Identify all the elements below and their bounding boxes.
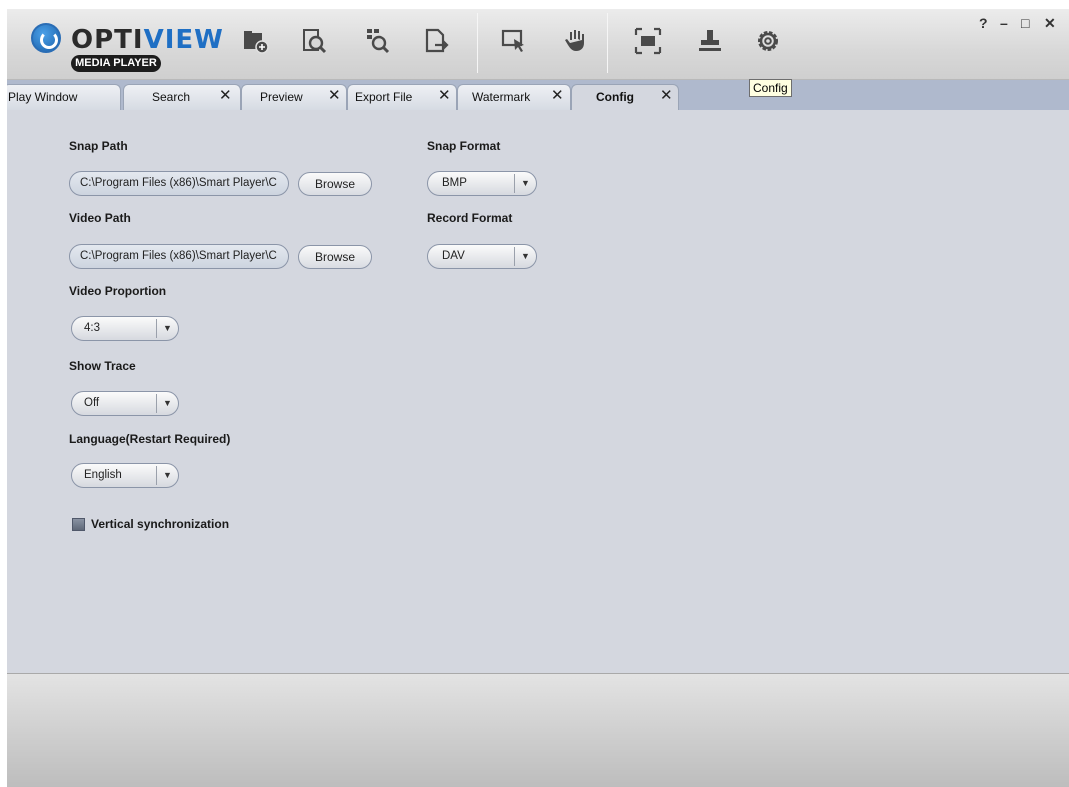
dropdown-divider (514, 247, 515, 266)
open-file-button[interactable] (239, 23, 273, 59)
close-icon[interactable]: ✕ (219, 84, 232, 108)
stamp-watermark-icon (699, 30, 721, 51)
toolbar: OPTIVIEW MEDIA PLAYER ? – □ ✕ (7, 9, 1069, 80)
tab-play-window[interactable]: Play Window (7, 84, 121, 110)
logo-title: OPTIVIEW (71, 25, 224, 55)
tab-watermark[interactable]: Watermark ✕ (457, 84, 571, 110)
toolbar-divider (607, 13, 608, 73)
record-format-label: Record Format (427, 211, 513, 225)
pan-button[interactable] (559, 23, 593, 59)
preview-search-icon (367, 29, 390, 54)
search-file-icon (303, 29, 327, 54)
video-browse-button[interactable]: Browse (298, 245, 372, 269)
chevron-down-icon: ▼ (163, 323, 172, 333)
config-tooltip: Config (749, 79, 792, 97)
logo-power-icon (31, 23, 61, 53)
chevron-down-icon: ▼ (521, 178, 530, 188)
watermark-button[interactable] (693, 23, 727, 59)
selected-value: Off (84, 397, 100, 409)
dropdown-divider (514, 174, 515, 193)
snap-format-select[interactable]: BMP ▼ (427, 171, 537, 196)
close-icon[interactable]: ✕ (438, 84, 451, 108)
config-button[interactable] (751, 23, 785, 59)
export-file-icon (425, 28, 449, 53)
tab-preview[interactable]: Preview ✕ (241, 84, 347, 110)
chevron-down-icon: ▼ (163, 398, 172, 408)
close-icon[interactable]: ✕ (551, 84, 564, 108)
video-path-label: Video Path (69, 211, 131, 225)
logo-subtitle: MEDIA PLAYER (71, 55, 161, 72)
language-select[interactable]: English ▼ (71, 463, 179, 488)
selected-value: 4:3 (84, 322, 100, 334)
select-cursor-icon (501, 29, 524, 52)
tab-export-file[interactable]: Export File ✕ (347, 84, 457, 110)
tab-label: Preview (260, 90, 303, 104)
chevron-down-icon: ▼ (163, 470, 172, 480)
gear-icon (758, 31, 778, 51)
language-label: Language(Restart Required) (69, 432, 231, 446)
app-window: OPTIVIEW MEDIA PLAYER ? – □ ✕ Config Pla… (7, 9, 1069, 787)
selected-value: English (84, 469, 122, 481)
tab-label: Play Window (8, 90, 78, 104)
show-trace-label: Show Trace (69, 359, 136, 373)
fullscreen-icon (634, 27, 662, 55)
dropdown-divider (156, 466, 157, 485)
tab-label: Export File (355, 90, 413, 104)
tab-search[interactable]: Search ✕ (123, 84, 241, 110)
show-trace-select[interactable]: Off ▼ (71, 391, 179, 416)
video-proportion-select[interactable]: 4:3 ▼ (71, 316, 179, 341)
selected-value: BMP (442, 177, 467, 189)
status-footer (7, 673, 1069, 787)
close-icon[interactable]: ✕ (660, 84, 673, 108)
close-window-button[interactable]: ✕ (1044, 15, 1056, 32)
snap-path-label: Snap Path (69, 139, 128, 153)
record-format-select[interactable]: DAV ▼ (427, 244, 537, 269)
dropdown-divider (156, 394, 157, 413)
export-file-button[interactable] (419, 23, 453, 59)
vsync-label: Vertical synchronization (91, 517, 230, 531)
snap-format-label: Snap Format (427, 139, 501, 153)
tab-strip: Play Window Search ✕ Preview ✕ Export Fi… (7, 80, 1069, 111)
selected-value: DAV (442, 250, 465, 262)
help-button[interactable]: ? (979, 15, 988, 31)
vsync-checkbox[interactable] (72, 518, 85, 531)
dropdown-divider (156, 319, 157, 338)
snap-path-field[interactable]: C:\Program Files (x86)\Smart Player\C (69, 171, 289, 196)
hand-pan-icon (565, 30, 584, 51)
select-button[interactable] (497, 23, 531, 59)
tab-label: Watermark (472, 90, 531, 104)
app-logo: OPTIVIEW MEDIA PLAYER (23, 15, 223, 73)
tab-label: Search (152, 90, 191, 104)
close-icon[interactable]: ✕ (328, 84, 341, 108)
minimize-button[interactable]: – (1000, 15, 1008, 31)
tab-config[interactable]: Config ✕ (571, 84, 679, 111)
search-button[interactable] (297, 23, 331, 59)
toolbar-divider (477, 13, 478, 73)
config-panel: Snap Path C:\Program Files (x86)\Smart P… (7, 110, 1069, 673)
chevron-down-icon: ▼ (521, 251, 530, 261)
tab-label: Config (596, 90, 634, 104)
fullscreen-button[interactable] (631, 23, 665, 59)
video-path-field[interactable]: C:\Program Files (x86)\Smart Player\C (69, 244, 289, 269)
preview-button[interactable] (361, 23, 395, 59)
snap-browse-button[interactable]: Browse (298, 172, 372, 196)
video-proportion-label: Video Proportion (69, 284, 167, 298)
open-folder-icon (244, 31, 269, 54)
maximize-button[interactable]: □ (1021, 15, 1029, 31)
